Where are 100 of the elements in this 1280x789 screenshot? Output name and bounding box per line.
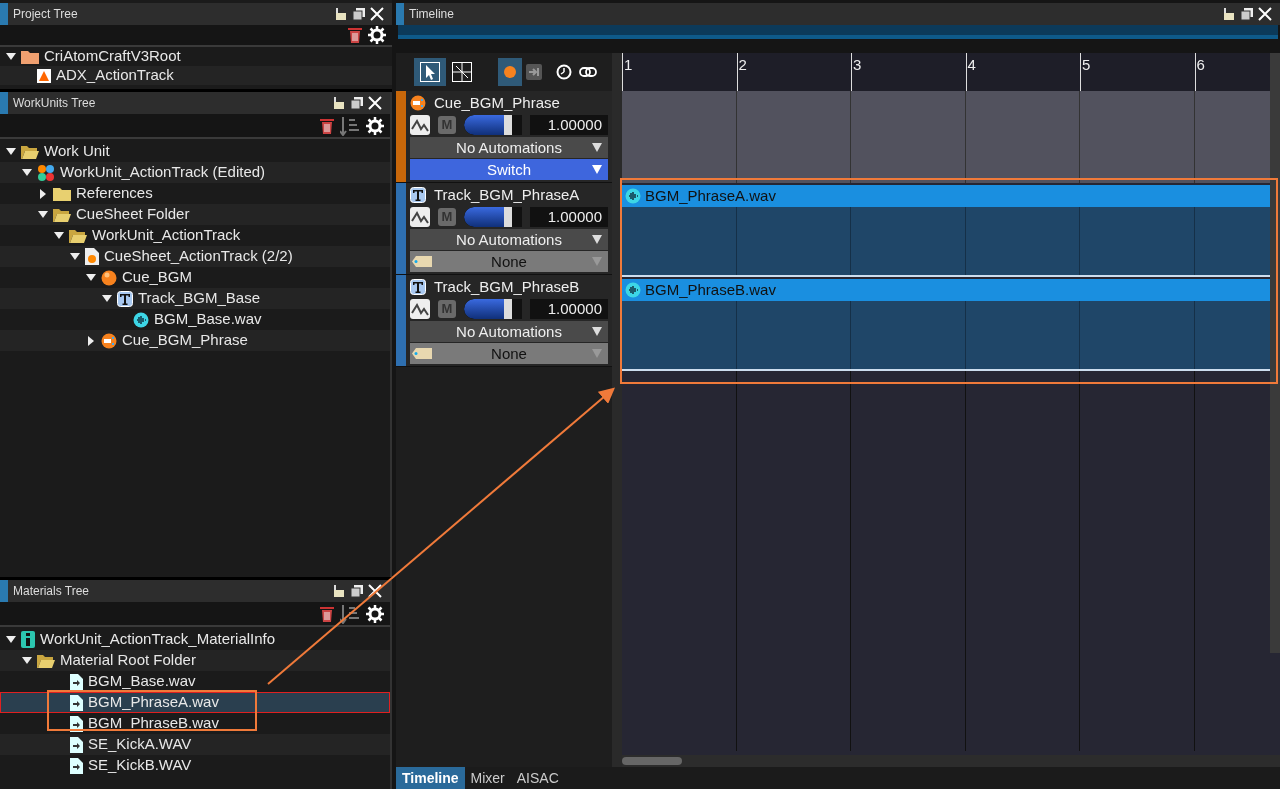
collapsed-caret-icon[interactable] bbox=[40, 188, 46, 199]
expanded-caret-icon[interactable] bbox=[6, 636, 16, 643]
pointer-tool-icon[interactable] bbox=[414, 58, 446, 86]
restore-icon[interactable] bbox=[350, 584, 364, 598]
lock-icon[interactable] bbox=[332, 96, 346, 110]
envelope-icon[interactable] bbox=[410, 299, 430, 319]
trash-icon[interactable] bbox=[346, 26, 364, 44]
cuesheet-icon bbox=[85, 248, 99, 265]
restore-icon[interactable] bbox=[1240, 7, 1254, 21]
expanded-caret-icon[interactable] bbox=[70, 253, 80, 260]
expanded-caret-icon[interactable] bbox=[6, 148, 16, 155]
settings-icon[interactable] bbox=[368, 26, 386, 44]
lock-icon[interactable] bbox=[334, 7, 348, 21]
collapsed-caret-icon[interactable] bbox=[88, 335, 94, 346]
ruler-label: 4 bbox=[967, 56, 976, 73]
tree-item-label: BGM_PhraseB.wav bbox=[88, 713, 219, 734]
record-toggle-icon[interactable] bbox=[498, 58, 522, 86]
clip-block[interactable]: BGM_PhraseB.wav bbox=[622, 279, 1270, 371]
switch-cue-icon bbox=[101, 332, 117, 349]
tree-row[interactable]: Track_BGM_Base bbox=[0, 288, 390, 309]
expanded-caret-icon[interactable] bbox=[102, 295, 112, 302]
tree-item-label: Material Root Folder bbox=[60, 650, 196, 671]
expanded-caret-icon[interactable] bbox=[38, 211, 48, 218]
dropdown-caret-icon bbox=[592, 235, 602, 244]
restore-icon[interactable] bbox=[352, 7, 366, 21]
ruler-label: 5 bbox=[1082, 56, 1091, 73]
tree-row[interactable]: BGM_PhraseA.wav bbox=[0, 692, 390, 713]
tree-item-label: WorkUnit_ActionTrack (Edited) bbox=[60, 162, 266, 183]
sort-icon[interactable] bbox=[340, 603, 362, 624]
automation-dropdown[interactable]: No Automations bbox=[410, 137, 608, 158]
lock-icon[interactable] bbox=[332, 584, 346, 598]
volume-value: 1.00000 bbox=[530, 299, 608, 319]
expanded-caret-icon[interactable] bbox=[22, 169, 32, 176]
track-name: Track_BGM_PhraseA bbox=[434, 184, 580, 205]
tree-row[interactable]: ADX_ActionTrack bbox=[0, 66, 392, 85]
envelope-icon[interactable] bbox=[410, 115, 430, 135]
tree-row[interactable]: CueSheet Folder bbox=[0, 204, 390, 225]
clip-label: BGM_PhraseA.wav bbox=[645, 185, 776, 206]
tree-item-label: References bbox=[76, 183, 153, 204]
dropdown-caret-icon bbox=[592, 257, 602, 266]
workunit-icon bbox=[37, 163, 55, 182]
expanded-caret-icon[interactable] bbox=[22, 657, 32, 664]
trash-icon[interactable] bbox=[318, 604, 336, 623]
close-icon[interactable] bbox=[368, 584, 382, 598]
open-folder-icon bbox=[69, 228, 87, 243]
close-icon[interactable] bbox=[370, 7, 384, 21]
volume-slider[interactable] bbox=[464, 115, 522, 135]
tree-row[interactable]: CueSheet_ActionTrack (2/2) bbox=[0, 246, 390, 267]
expanded-caret-icon[interactable] bbox=[54, 232, 64, 239]
envelope-icon[interactable] bbox=[410, 207, 430, 227]
tag-icon bbox=[412, 348, 432, 359]
expanded-caret-icon[interactable] bbox=[6, 53, 16, 60]
volume-slider[interactable] bbox=[464, 299, 522, 319]
open-folder-icon bbox=[21, 144, 39, 159]
selector-dropdown[interactable]: None bbox=[410, 343, 608, 364]
volume-slider[interactable] bbox=[464, 207, 522, 227]
dropdown-caret-icon bbox=[592, 165, 602, 174]
track-icon bbox=[117, 290, 133, 307]
automation-dropdown[interactable]: No Automations bbox=[410, 321, 608, 342]
audio-file-icon bbox=[70, 757, 83, 774]
close-icon[interactable] bbox=[368, 96, 382, 110]
tree-row[interactable]: WorkUnit_ActionTrack (Edited) bbox=[0, 162, 390, 183]
sort-icon[interactable] bbox=[340, 115, 362, 136]
tree-item-label: SE_KickA.WAV bbox=[88, 734, 192, 755]
bottom-tab[interactable]: Mixer bbox=[464, 767, 511, 789]
close-icon[interactable] bbox=[1258, 7, 1272, 21]
dropdown-caret-icon bbox=[592, 327, 602, 336]
restore-icon[interactable] bbox=[350, 96, 364, 110]
ruler-label: 2 bbox=[738, 56, 747, 73]
horizontal-scrollbar[interactable] bbox=[622, 755, 1280, 767]
selector-dropdown[interactable]: None bbox=[410, 251, 608, 272]
clip-block[interactable]: BGM_PhraseA.wav bbox=[622, 185, 1270, 277]
lock-icon[interactable] bbox=[1222, 7, 1236, 21]
tree-row[interactable]: Cue_BGM_Phrase bbox=[0, 330, 390, 351]
trash-icon[interactable] bbox=[318, 116, 336, 135]
switch-dropdown[interactable]: Switch bbox=[410, 159, 608, 180]
ruler-label: 3 bbox=[853, 56, 862, 73]
splitter[interactable] bbox=[612, 53, 622, 767]
tree-item-label: WorkUnit_ActionTrack_MaterialInfo bbox=[40, 629, 276, 650]
bottom-tab[interactable]: Timeline bbox=[396, 767, 465, 789]
tree-item-label: Work Unit bbox=[44, 141, 110, 162]
settings-icon[interactable] bbox=[366, 116, 384, 135]
track-name: Cue_BGM_Phrase bbox=[434, 92, 560, 113]
track-icon bbox=[410, 279, 426, 295]
open-folder-icon bbox=[37, 653, 55, 668]
track-name: Track_BGM_PhraseB bbox=[434, 276, 580, 297]
tree-row[interactable]: SE_KickA.WAV bbox=[0, 734, 390, 755]
automation-dropdown[interactable]: No Automations bbox=[410, 229, 608, 250]
open-folder-icon bbox=[53, 207, 71, 222]
expanded-caret-icon[interactable] bbox=[86, 274, 96, 281]
settings-icon[interactable] bbox=[366, 604, 384, 623]
bottom-tab[interactable]: AISAC bbox=[510, 767, 565, 789]
tree-item-label: SE_KickB.WAV bbox=[88, 755, 192, 776]
tree-item-label: BGM_Base.wav bbox=[154, 309, 262, 330]
vertical-scrollbar[interactable] bbox=[1270, 53, 1280, 653]
waveform-icon bbox=[625, 188, 641, 204]
volume-value: 1.00000 bbox=[530, 207, 608, 227]
dropdown-caret-icon bbox=[592, 143, 602, 152]
tree-item-label: CriAtomCraftV3Root bbox=[44, 46, 181, 67]
tree-row[interactable]: Material Root Folder bbox=[0, 650, 390, 671]
